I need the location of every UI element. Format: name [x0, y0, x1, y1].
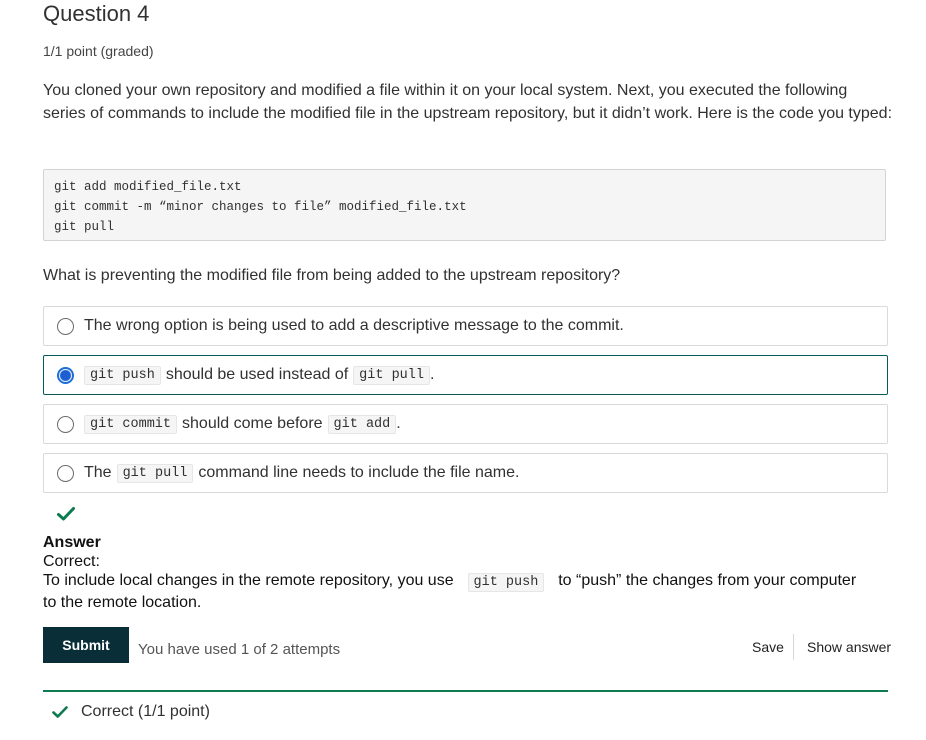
- radio-button[interactable]: [57, 415, 74, 433]
- action-divider: [793, 634, 794, 660]
- radio-button[interactable]: [57, 317, 74, 335]
- result-status: Correct (1/1 point): [81, 703, 210, 720]
- choice-option-1[interactable]: The wrong option is being used to add a …: [43, 306, 888, 346]
- inline-code: git commit: [84, 414, 178, 434]
- question-points: 1/1 point (graded): [43, 43, 154, 59]
- question-prompt: What is preventing the modified file fro…: [43, 267, 621, 284]
- question-title: Question 4: [43, 1, 150, 26]
- answer-heading: Answer: [43, 534, 101, 551]
- choice-text: The wrong option is being used to add a …: [84, 317, 624, 334]
- choice-text: The: [84, 464, 112, 481]
- inline-code: git add: [327, 414, 397, 434]
- answer-status: Correct:: [43, 553, 100, 570]
- choice-text: .: [429, 366, 435, 383]
- choice-text: should be used instead of: [165, 366, 349, 383]
- checkmark-icon: [57, 507, 75, 521]
- choice-text: .: [396, 415, 401, 432]
- problem-container: Question 4 1/1 point (graded) You cloned…: [0, 0, 926, 740]
- inline-code: git pull: [353, 365, 430, 385]
- show-answer-button[interactable]: Show answer: [807, 639, 891, 655]
- code-block: git add modified_file.txt git commit -m …: [43, 169, 886, 241]
- attempts-text: You have used 1 of 2 attempts: [138, 641, 341, 658]
- choice-option-3[interactable]: git commit should come before git add .: [43, 404, 888, 444]
- inline-code: git push: [84, 365, 161, 385]
- code-line: git add modified_file.txt: [54, 180, 242, 194]
- inline-code: git pull: [116, 463, 194, 483]
- code-line: git commit -m “minor changes to file” mo…: [54, 200, 467, 214]
- choice-text: command line needs to include the file n…: [198, 464, 520, 481]
- code-line: git pull: [54, 220, 115, 234]
- result-divider: [43, 690, 888, 692]
- save-button[interactable]: Save: [752, 639, 784, 655]
- radio-button-selected[interactable]: [57, 366, 74, 384]
- choice-text: should come before: [182, 415, 323, 432]
- choice-option-4[interactable]: The git pull command line needs to inclu…: [43, 453, 888, 493]
- choice-option-2[interactable]: git push should be used instead of git p…: [43, 355, 888, 395]
- question-text: You cloned your own repository and modif…: [43, 82, 893, 122]
- submit-button[interactable]: Submit: [43, 627, 129, 663]
- inline-code: git push: [467, 573, 545, 592]
- checkmark-icon: [52, 706, 68, 718]
- radio-button[interactable]: [57, 464, 74, 482]
- answer-explanation: To include local changes in the remote r…: [43, 571, 863, 613]
- answer-text-before: To include local changes in the remote r…: [43, 572, 454, 589]
